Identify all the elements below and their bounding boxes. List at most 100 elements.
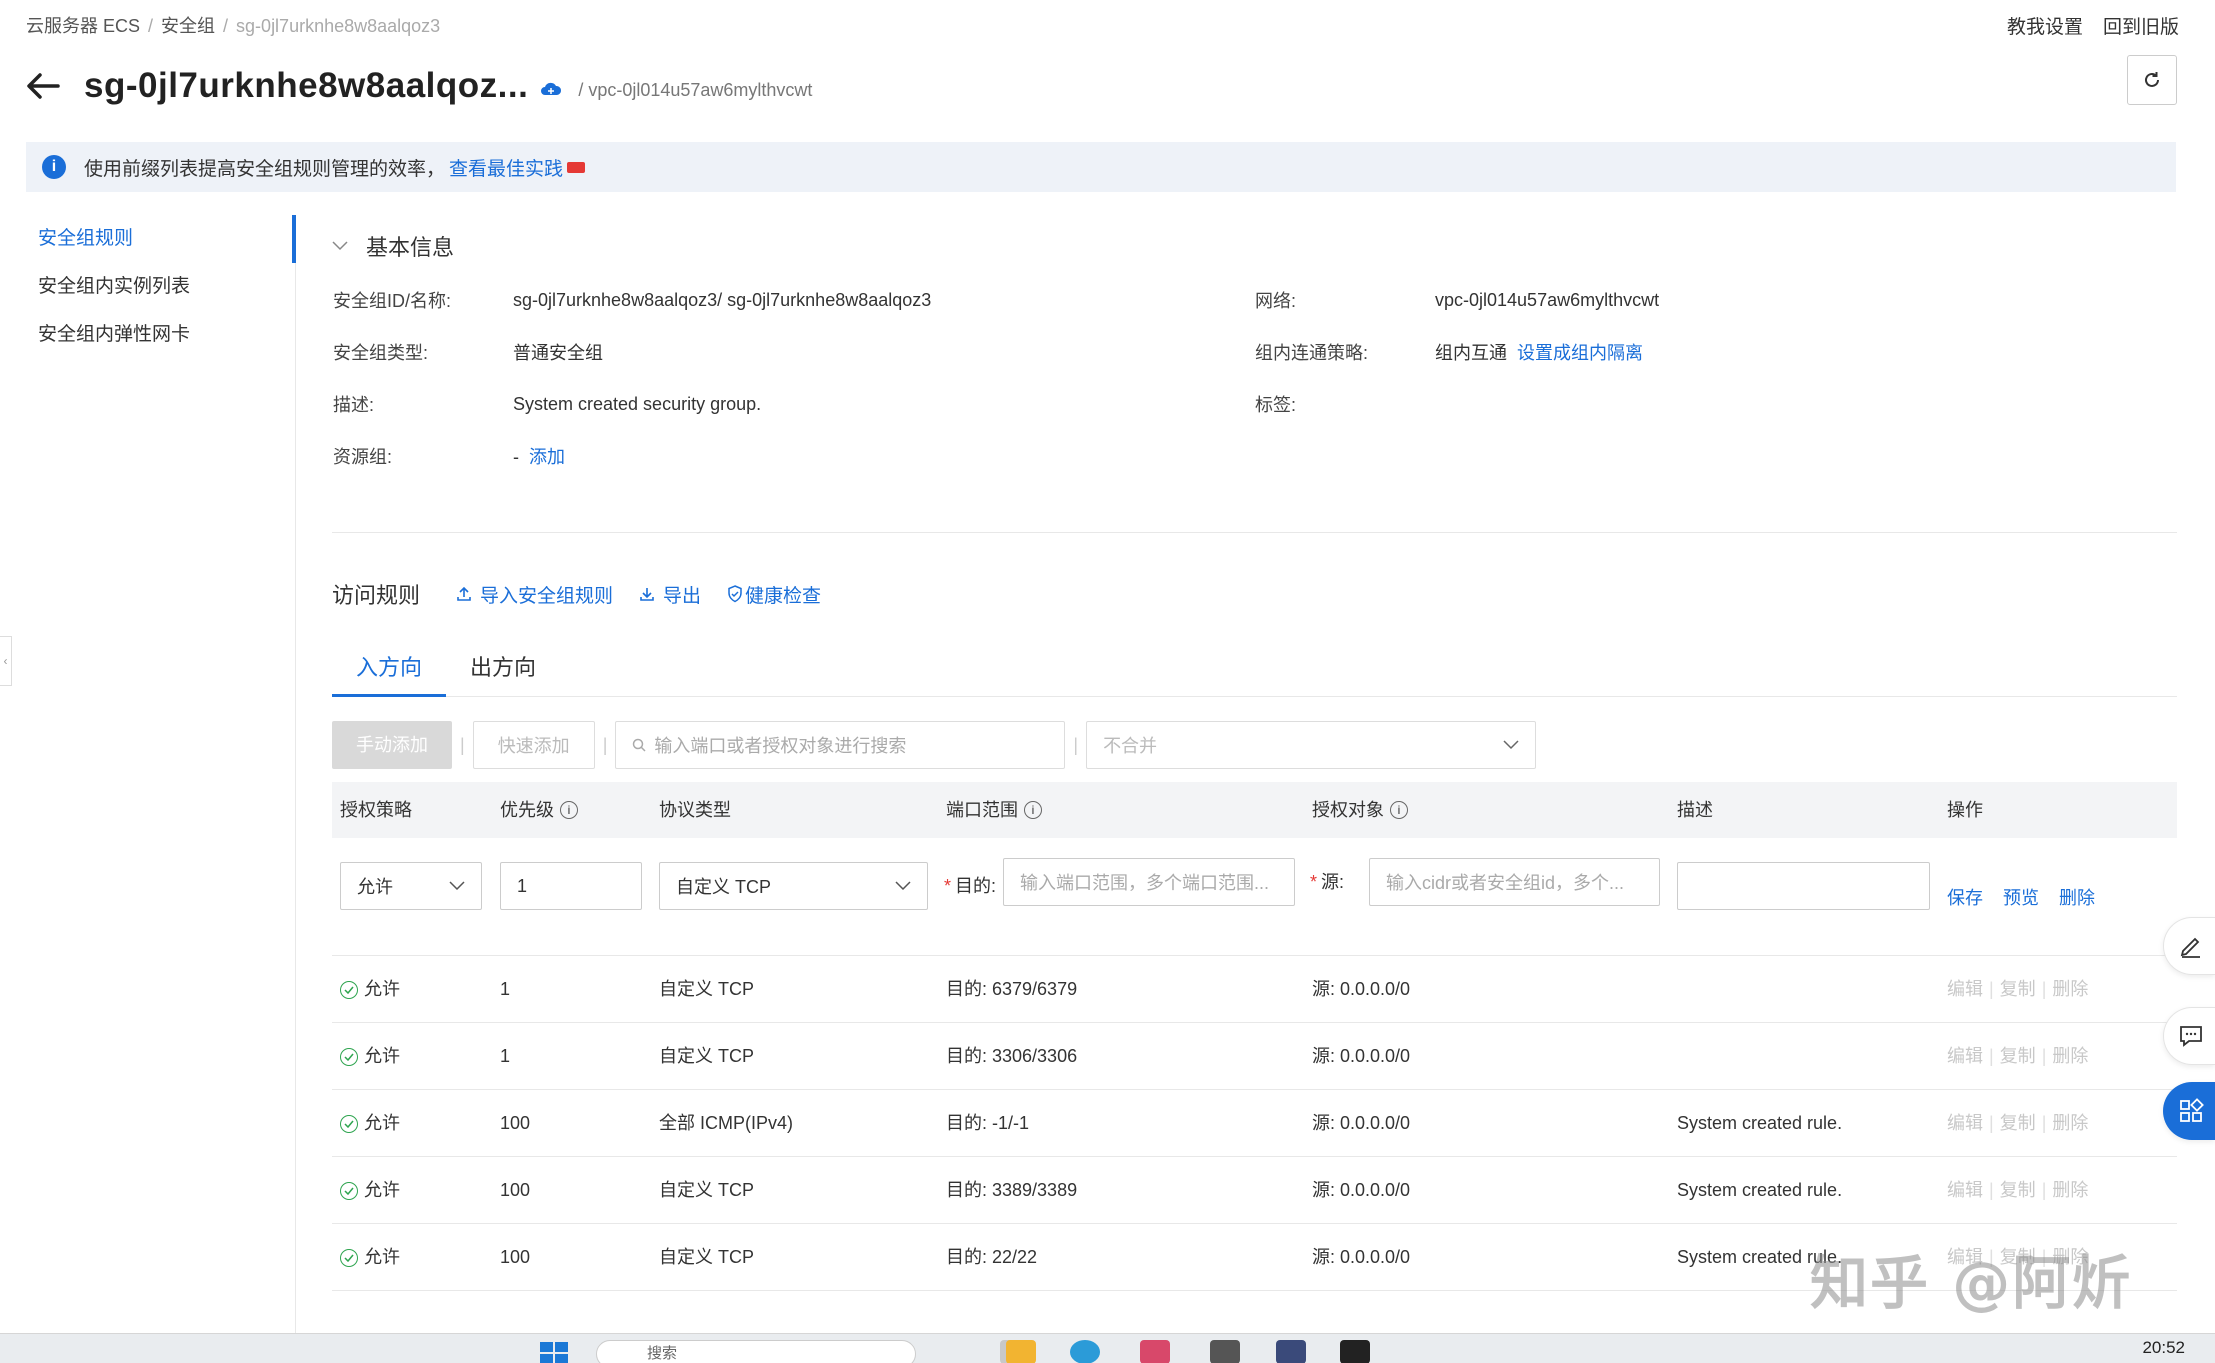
feedback-edit-button[interactable] bbox=[2163, 917, 2215, 975]
th-priority: 优先级 i bbox=[500, 782, 578, 838]
protocol-cell: 自定义 TCP bbox=[659, 1046, 755, 1066]
add-resource-group-link[interactable]: 添加 bbox=[529, 447, 565, 467]
save-button[interactable]: 保存 bbox=[1947, 888, 1983, 908]
back-arrow-icon[interactable] bbox=[26, 68, 62, 104]
policy-select[interactable]: 允许 bbox=[340, 862, 482, 910]
table-row: 允许 1 自定义 TCP 目的: 3306/3306 源: 0.0.0.0/0 … bbox=[332, 1023, 2177, 1090]
delete-button[interactable]: 删除 bbox=[2052, 956, 2088, 1023]
refresh-button[interactable] bbox=[2127, 55, 2177, 105]
merge-select[interactable]: 不合并 bbox=[1086, 721, 1537, 769]
chevron-down-icon bbox=[1503, 740, 1519, 750]
tab-inbound[interactable]: 入方向 bbox=[332, 640, 447, 697]
notice-banner: i 使用前缀列表提高安全组规则管理的效率， 查看最佳实践 bbox=[26, 142, 2176, 192]
old-version-link[interactable]: 回到旧版 bbox=[2103, 17, 2179, 38]
info-icon[interactable]: i bbox=[560, 801, 578, 819]
edit-row-actions: 保存 预览 删除 bbox=[1947, 884, 2115, 910]
import-rules-button[interactable]: 导入安全组规则 bbox=[456, 581, 613, 608]
th-port-label: 端口范围 bbox=[946, 800, 1018, 820]
breadcrumb-ecs[interactable]: 云服务器 ECS bbox=[26, 16, 140, 36]
desc-cell: System created rule. bbox=[1677, 1180, 1843, 1200]
info-icon: i bbox=[42, 155, 66, 179]
copy-button[interactable]: 复制 bbox=[2000, 1157, 2036, 1224]
info-row-resource-group: 资源组: - 添加 bbox=[333, 441, 565, 471]
section-divider bbox=[332, 532, 2177, 533]
copy-button[interactable]: 复制 bbox=[2000, 1023, 2036, 1090]
quick-add-button[interactable]: 快速添加 bbox=[472, 721, 595, 769]
app-icon[interactable] bbox=[1210, 1340, 1240, 1363]
source-input[interactable]: 输入cidr或者安全组id，多个... bbox=[1369, 858, 1660, 906]
chat-icon bbox=[2180, 1026, 2202, 1047]
ops-cell: 编辑 | 复制 | 删除 bbox=[1947, 1090, 2088, 1157]
protocol-cell: 自定义 TCP bbox=[659, 1180, 755, 1200]
app-icon[interactable] bbox=[1276, 1340, 1306, 1363]
edit-button[interactable]: 编辑 bbox=[1947, 1090, 1983, 1157]
edit-button[interactable]: 编辑 bbox=[1947, 1157, 1983, 1224]
health-check-button[interactable]: 健康检查 bbox=[727, 581, 821, 608]
info-row-desc: 描述: System created security group. bbox=[333, 389, 761, 419]
th-target-label: 授权对象 bbox=[1312, 800, 1384, 820]
info-row-tags: 标签: bbox=[1255, 389, 1435, 419]
delete-button[interactable]: 删除 bbox=[2052, 1157, 2088, 1224]
best-practice-link[interactable]: 查看最佳实践 bbox=[449, 154, 563, 181]
export-button[interactable]: 导出 bbox=[639, 581, 701, 608]
manual-add-button[interactable]: 手动添加 bbox=[332, 721, 452, 769]
side-nav: 安全组规则 安全组内实例列表 安全组内弹性网卡 bbox=[0, 215, 296, 1335]
collapse-handle[interactable]: ‹ bbox=[0, 636, 12, 686]
terminal-icon[interactable] bbox=[1340, 1340, 1370, 1363]
info-icon[interactable]: i bbox=[1024, 801, 1042, 819]
description-input[interactable] bbox=[1677, 862, 1930, 910]
tutorial-link[interactable]: 教我设置 bbox=[2007, 17, 2083, 38]
side-item-eni[interactable]: 安全组内弹性网卡 bbox=[0, 311, 295, 359]
breadcrumb-separator: / bbox=[223, 16, 229, 36]
app-icon[interactable] bbox=[1140, 1340, 1170, 1363]
file-explorer-icon[interactable] bbox=[1006, 1340, 1036, 1363]
required-mark: * bbox=[944, 876, 952, 896]
th-desc: 描述 bbox=[1677, 800, 1713, 820]
delete-button[interactable]: 删除 bbox=[2059, 888, 2095, 908]
protocol-cell: 全部 ICMP(IPv4) bbox=[659, 1113, 794, 1133]
breadcrumb-separator: / bbox=[148, 16, 154, 36]
chat-button[interactable] bbox=[2163, 1007, 2215, 1065]
priority-cell: 1 bbox=[500, 1046, 511, 1066]
separator: | bbox=[2041, 1180, 2047, 1200]
table-row: 允许 1 自定义 TCP 目的: 6379/6379 源: 0.0.0.0/0 … bbox=[332, 956, 2177, 1023]
policy-cell: 允许 bbox=[340, 1157, 400, 1224]
port-cell: 目的: 3389/3389 bbox=[946, 1180, 1078, 1200]
priority-input[interactable]: 1 bbox=[500, 862, 642, 910]
policy-value: 允许 bbox=[364, 1113, 400, 1133]
info-row-id: 安全组ID/名称: sg-0jl7urknhe8w8aalqoz3/ sg-0j… bbox=[333, 285, 931, 315]
edge-browser-icon[interactable] bbox=[1070, 1340, 1100, 1363]
watermark: 知乎 @阿炘 bbox=[1810, 1249, 2133, 1317]
port-range-input[interactable]: 输入端口范围，多个端口范围... bbox=[1003, 858, 1295, 906]
protocol-select[interactable]: 自定义 TCP bbox=[659, 862, 928, 910]
target-cell: 源: 0.0.0.0/0 bbox=[1312, 979, 1411, 999]
tab-outbound[interactable]: 出方向 bbox=[446, 640, 560, 697]
chevron-down-icon bbox=[895, 881, 911, 891]
health-check-label: 健康检查 bbox=[745, 585, 822, 607]
separator: | bbox=[2041, 1113, 2047, 1133]
apps-button[interactable] bbox=[2163, 1082, 2215, 1140]
taskbar-search[interactable]: 搜索 bbox=[596, 1340, 916, 1363]
priority-cell: 100 bbox=[500, 1180, 531, 1200]
cloud-sync-icon[interactable] bbox=[540, 81, 562, 97]
delete-button[interactable]: 删除 bbox=[2052, 1090, 2088, 1157]
side-item-instances[interactable]: 安全组内实例列表 bbox=[0, 263, 295, 311]
import-icon bbox=[457, 586, 471, 601]
separator: | bbox=[2041, 979, 2047, 999]
breadcrumb-security-group[interactable]: 安全组 bbox=[161, 16, 215, 36]
priority-cell: 1 bbox=[500, 979, 511, 999]
set-isolation-link[interactable]: 设置成组内隔离 bbox=[1517, 343, 1643, 363]
side-item-rules[interactable]: 安全组规则 bbox=[0, 215, 296, 263]
preview-button[interactable]: 预览 bbox=[2003, 888, 2039, 908]
windows-start-icon[interactable] bbox=[540, 1342, 570, 1363]
delete-button[interactable]: 删除 bbox=[2052, 1023, 2088, 1090]
toolbar-separator: | bbox=[1073, 734, 1079, 755]
edit-button[interactable]: 编辑 bbox=[1947, 1023, 1983, 1090]
basic-info-header[interactable]: 基本信息 bbox=[332, 230, 454, 262]
edit-button[interactable]: 编辑 bbox=[1947, 956, 1983, 1023]
info-row-policy: 组内连通策略: 组内互通 设置成组内隔离 bbox=[1255, 337, 1643, 367]
copy-button[interactable]: 复制 bbox=[2000, 1090, 2036, 1157]
search-input[interactable]: 输入端口或者授权对象进行搜索 bbox=[615, 721, 1066, 769]
info-icon[interactable]: i bbox=[1390, 801, 1408, 819]
copy-button[interactable]: 复制 bbox=[2000, 956, 2036, 1023]
